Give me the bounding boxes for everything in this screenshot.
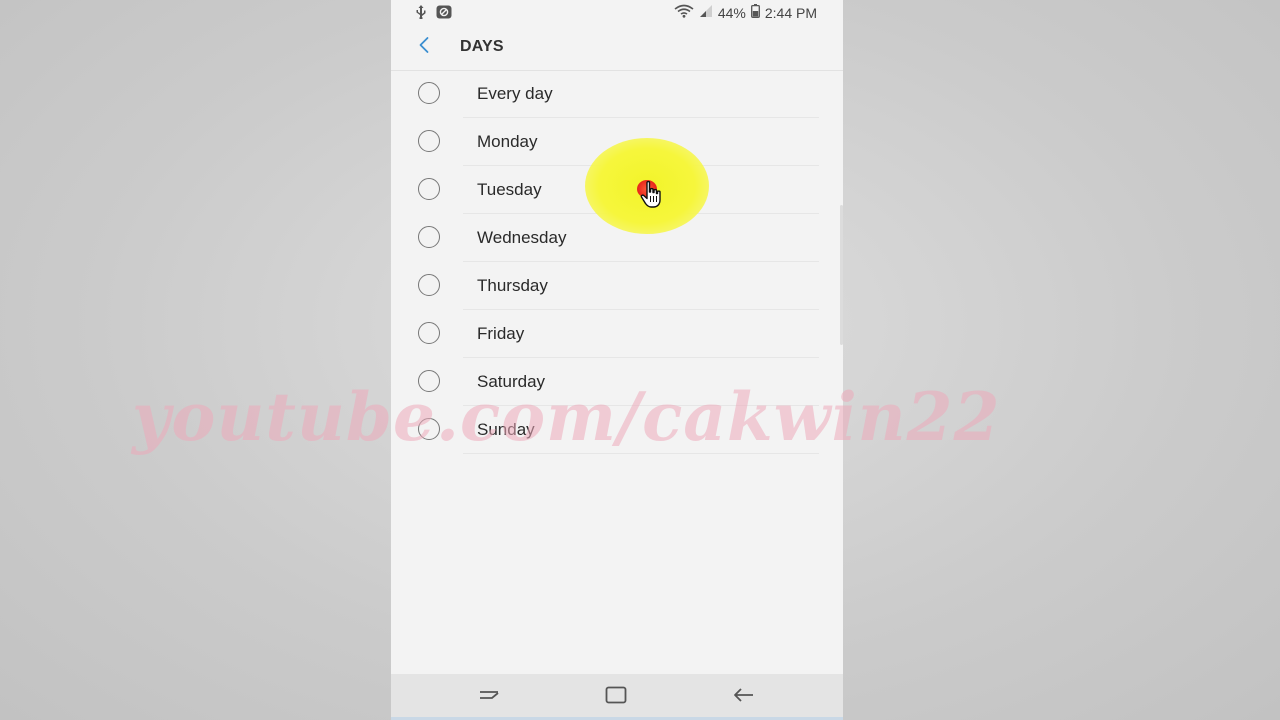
day-label: Saturday — [477, 372, 546, 391]
battery-icon — [750, 4, 760, 21]
scrollbar[interactable] — [840, 205, 843, 345]
status-bar-notifications — [415, 5, 452, 24]
clock: 2:44 PM — [764, 4, 817, 21]
battery-percent: 44% — [717, 4, 746, 21]
radio-button[interactable] — [418, 370, 440, 392]
day-item-wednesday[interactable]: Wednesday — [391, 214, 843, 262]
radio-button[interactable] — [418, 322, 440, 344]
day-label: Monday — [477, 132, 538, 151]
wifi-icon — [674, 4, 694, 21]
radio-button[interactable] — [418, 130, 440, 152]
radio-button[interactable] — [418, 418, 440, 440]
day-item-every-day[interactable]: Every day — [391, 70, 843, 118]
day-item-monday[interactable]: Monday — [391, 118, 843, 166]
back-button[interactable] — [411, 34, 437, 60]
usb-icon — [415, 5, 427, 24]
day-label: Friday — [477, 324, 525, 343]
day-label: Tuesday — [477, 180, 542, 199]
day-label: Wednesday — [477, 228, 567, 247]
blocked-notification-icon — [436, 5, 452, 24]
radio-button[interactable] — [418, 274, 440, 296]
status-bar: 44% 2:44 PM — [391, 0, 843, 26]
day-item-sunday[interactable]: Sunday — [391, 406, 843, 454]
day-label: Sunday — [477, 420, 535, 439]
signal-icon — [699, 4, 713, 21]
day-label: Every day — [477, 84, 553, 103]
home-icon — [605, 686, 627, 709]
radio-button[interactable] — [418, 82, 440, 104]
status-bar-system: 44% 2:44 PM — [674, 4, 817, 21]
arrow-left-icon — [418, 36, 430, 59]
radio-button[interactable] — [418, 226, 440, 248]
navigation-bar — [391, 674, 843, 720]
recent-apps-icon — [478, 687, 500, 708]
radio-button[interactable] — [418, 178, 440, 200]
day-item-friday[interactable]: Friday — [391, 310, 843, 358]
day-item-tuesday[interactable]: Tuesday — [391, 166, 843, 214]
recent-apps-button[interactable] — [476, 684, 502, 710]
day-list: Every day Monday Tuesday Wednesday Thurs… — [391, 70, 843, 454]
home-button[interactable] — [603, 684, 629, 710]
day-label: Thursday — [477, 276, 548, 295]
page-title: DAYS — [460, 38, 504, 55]
back-icon — [732, 687, 754, 708]
phone-screen: 44% 2:44 PM DAYS Every day Monday Tuesda… — [391, 0, 843, 720]
day-item-saturday[interactable]: Saturday — [391, 358, 843, 406]
nav-back-button[interactable] — [730, 684, 756, 710]
app-header: DAYS — [391, 26, 843, 71]
day-item-thursday[interactable]: Thursday — [391, 262, 843, 310]
